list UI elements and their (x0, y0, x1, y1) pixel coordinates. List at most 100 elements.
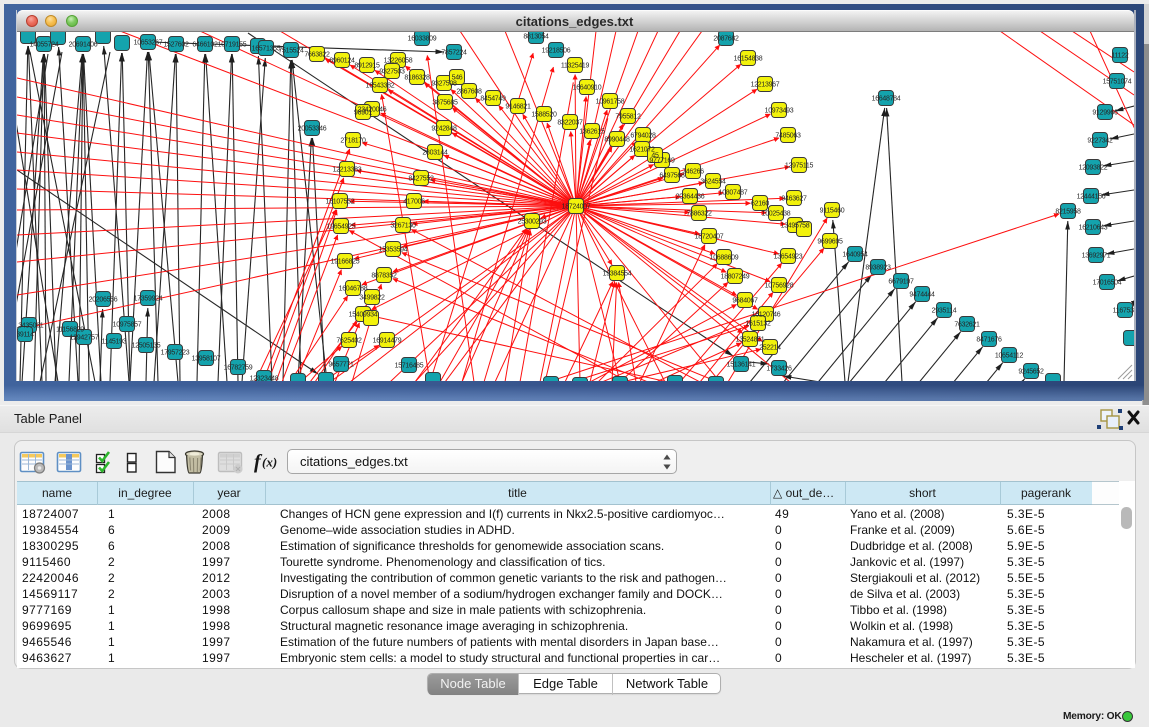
svg-text:17957223: 17957223 (161, 350, 190, 357)
svg-text:1362615: 1362615 (579, 129, 605, 136)
svg-text:16543382: 16543382 (366, 83, 395, 90)
svg-text:15716485: 15716485 (395, 363, 424, 370)
svg-text:16914479: 16914479 (373, 338, 402, 345)
svg-text:1167534: 1167534 (1113, 308, 1134, 315)
svg-text:8813054: 8813054 (523, 34, 549, 41)
svg-text:13692971: 13692971 (1082, 253, 1111, 260)
svg-text:3267130: 3267130 (390, 223, 416, 230)
svg-text:12942757: 12942757 (70, 335, 99, 342)
svg-text:10719155: 10719155 (218, 42, 247, 49)
svg-text:10688609: 10688609 (710, 255, 739, 262)
svg-text:8427552: 8427552 (408, 176, 434, 183)
svg-text:13524851: 13524851 (736, 337, 765, 344)
svg-text:18807249: 18807249 (721, 274, 750, 281)
svg-text:16120746: 16120746 (752, 312, 781, 319)
svg-text:10807487: 10807487 (719, 190, 748, 197)
svg-text:417006: 417006 (403, 199, 425, 206)
svg-text:2087682: 2087682 (713, 36, 739, 43)
svg-text:8454749: 8454749 (480, 96, 506, 103)
svg-text:10975857: 10975857 (113, 322, 142, 329)
svg-text:13654923: 13654923 (774, 254, 803, 261)
svg-text:17359924: 17359924 (134, 296, 163, 303)
svg-text:3875685: 3875685 (432, 100, 458, 107)
svg-text:16033809: 16033809 (408, 36, 437, 43)
svg-text:11156829: 11156829 (56, 327, 84, 334)
svg-text:1588520: 1588520 (531, 112, 557, 119)
svg-text:19166825: 19166825 (331, 259, 360, 266)
svg-text:62160: 62160 (751, 201, 769, 208)
svg-text:1640954: 1640954 (842, 252, 868, 259)
svg-text:(x): (x) (262, 455, 277, 470)
svg-text:19218506: 19218506 (542, 48, 571, 55)
svg-text:19654925: 19654925 (327, 224, 356, 231)
svg-text:9242848: 9242848 (431, 126, 457, 133)
svg-text:15409934: 15409934 (349, 312, 378, 319)
svg-text:16571355: 16571355 (252, 46, 281, 53)
svg-text:13495758: 13495758 (781, 223, 810, 230)
svg-text:10654112: 10654112 (995, 353, 1024, 360)
svg-text:8912915: 8912915 (354, 63, 380, 70)
svg-text:9327503: 9327503 (379, 69, 405, 76)
svg-text:18720407: 18720407 (695, 234, 724, 241)
svg-text:8215958: 8215958 (1055, 209, 1081, 216)
svg-text:9129966: 9129966 (1092, 110, 1118, 117)
svg-text:11325419: 11325419 (561, 63, 590, 70)
svg-text:6466102: 6466102 (192, 42, 218, 49)
svg-text:13435061: 13435061 (17, 323, 44, 330)
svg-text:16046788: 16046788 (339, 286, 368, 293)
svg-text:20364436: 20364436 (676, 194, 705, 201)
svg-text:7955812: 7955812 (615, 114, 641, 121)
svg-text:12213383: 12213383 (333, 167, 362, 174)
svg-text:1733426: 1733426 (766, 366, 792, 373)
svg-text:8322037: 8322037 (557, 120, 583, 127)
svg-text:7515524: 7515524 (278, 48, 304, 55)
svg-text:252214: 252214 (759, 345, 781, 352)
svg-text:8186328: 8186328 (404, 75, 430, 82)
svg-text:10653267: 10653267 (134, 40, 163, 47)
svg-text:2803144: 2803144 (422, 150, 448, 157)
svg-text:14055724: 14055724 (30, 42, 59, 49)
svg-text:15136141: 15136141 (727, 362, 756, 369)
svg-text:9657771: 9657771 (328, 362, 354, 369)
svg-text:6794028: 6794028 (630, 133, 656, 140)
svg-text:15353594: 15353594 (379, 247, 408, 254)
svg-text:2718170: 2718170 (340, 138, 366, 145)
svg-text:8878352: 8878352 (371, 273, 397, 280)
svg-text:8938923: 8938923 (865, 265, 891, 272)
svg-text:20053346: 20053346 (298, 126, 327, 133)
svg-text:7485063: 7485063 (775, 133, 801, 140)
svg-text:16640910: 16640910 (573, 85, 602, 92)
svg-text:19384554: 19384554 (603, 271, 632, 278)
svg-text:18724007: 18724007 (562, 204, 591, 211)
svg-text:1615132: 1615132 (745, 321, 771, 328)
svg-text:12444156: 12444156 (1077, 194, 1106, 201)
svg-text:9115460: 9115460 (820, 208, 845, 215)
svg-text:12323448: 12323448 (250, 376, 279, 381)
svg-text:16782759: 16782759 (224, 365, 253, 372)
svg-text:39114: 39114 (17, 332, 34, 339)
svg-text:16154838: 16154838 (734, 56, 763, 63)
svg-text:9227342: 9227342 (1087, 138, 1113, 145)
svg-text:45: 45 (651, 153, 659, 160)
svg-text:1527602: 1527602 (163, 42, 189, 49)
svg-text:8990448: 8990448 (604, 137, 630, 144)
svg-text:6497568: 6497568 (659, 173, 685, 180)
svg-text:1145193: 1145193 (102, 339, 127, 346)
svg-text:9474444: 9474444 (909, 292, 935, 299)
svg-text:12213967: 12213967 (751, 82, 780, 89)
svg-text:746266: 746266 (682, 169, 704, 176)
svg-text:7625402: 7625402 (336, 338, 362, 345)
svg-text:12505135: 12505135 (132, 343, 161, 350)
svg-text:12093822: 12093822 (1079, 165, 1108, 172)
svg-text:8960124: 8960124 (329, 58, 355, 65)
svg-text:7632621: 7632621 (954, 322, 980, 329)
svg-text:7663822: 7663822 (304, 52, 330, 59)
svg-text:10025438: 10025438 (762, 211, 791, 218)
svg-text:16107552: 16107552 (326, 199, 355, 206)
svg-text:2935114: 2935114 (932, 308, 957, 315)
svg-text:10961758: 10961758 (596, 99, 625, 106)
svg-text:13958107: 13958107 (192, 356, 221, 363)
svg-text:10756928: 10756928 (765, 283, 794, 290)
svg-text:9327508: 9327508 (431, 81, 457, 88)
svg-text:9463627: 9463627 (781, 196, 807, 203)
